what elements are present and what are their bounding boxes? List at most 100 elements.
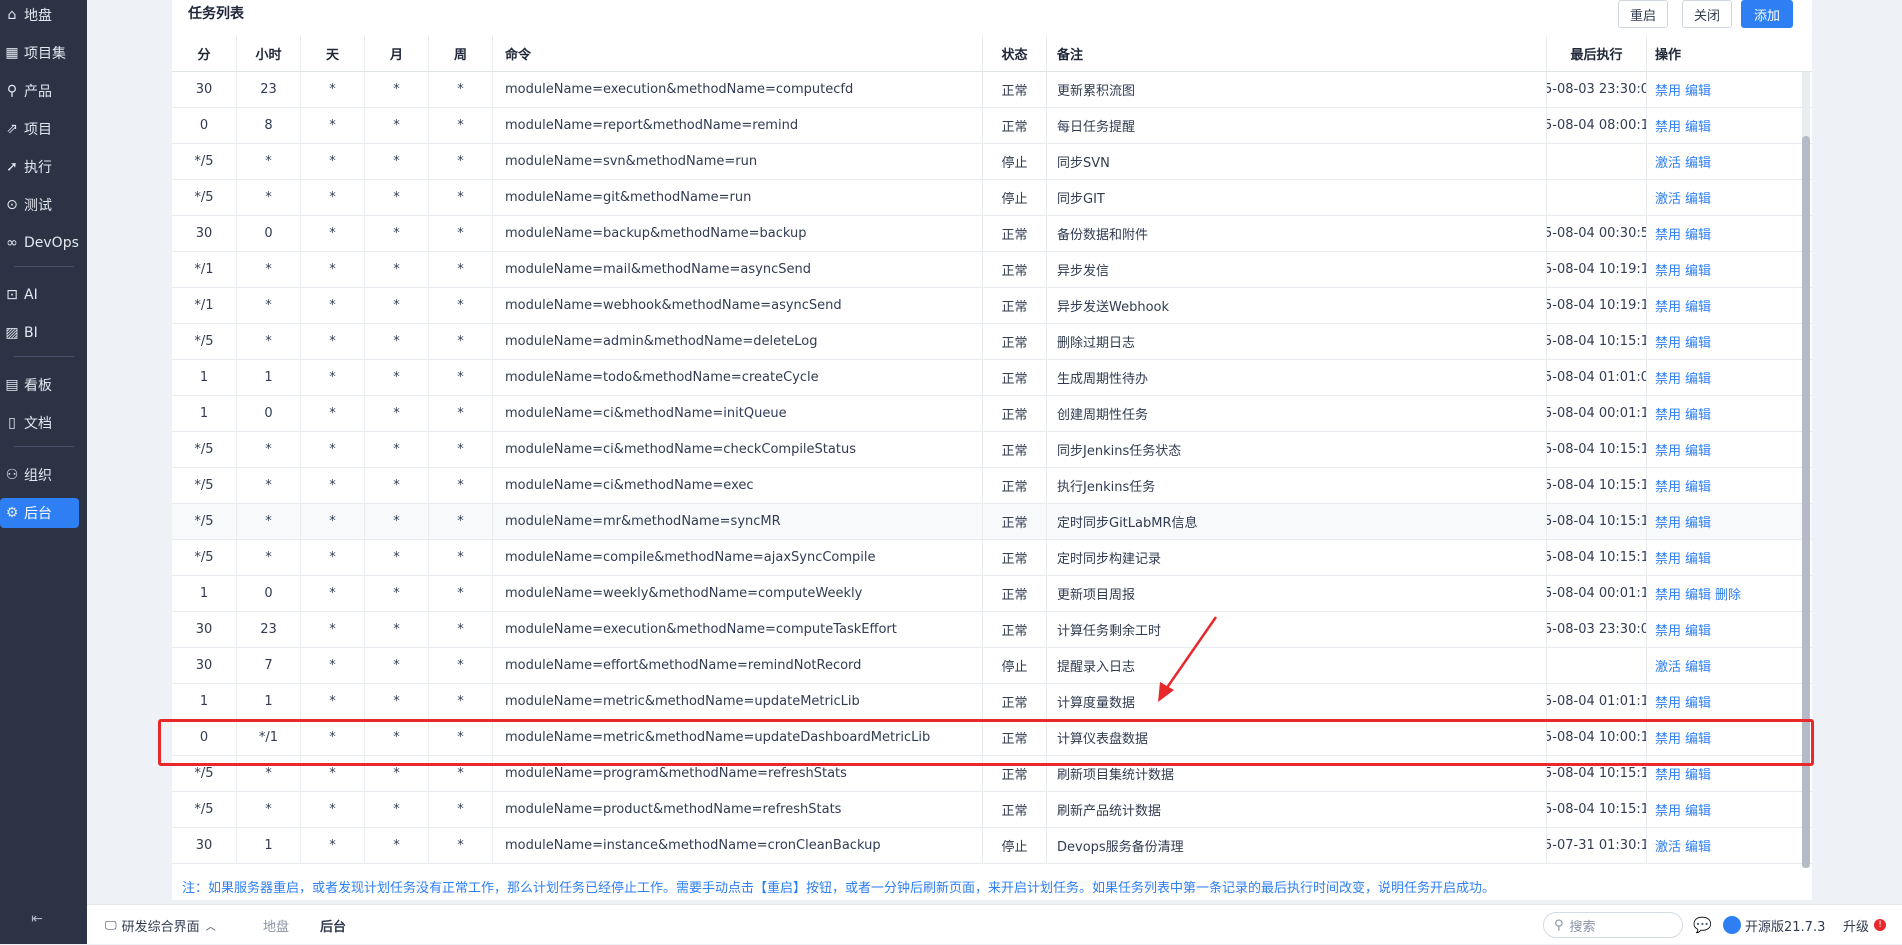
restart-button[interactable]: 重启: [1618, 0, 1668, 28]
search-input[interactable]: ⚲ 搜索: [1543, 912, 1683, 938]
vertical-scrollbar[interactable]: [1802, 72, 1810, 868]
disable-link[interactable]: 禁用: [1655, 404, 1681, 423]
delete-link[interactable]: 删除: [1715, 584, 1741, 603]
scrollbar-thumb[interactable]: [1802, 136, 1810, 868]
cell-hour: 1: [236, 828, 300, 863]
disable-link[interactable]: 禁用: [1655, 548, 1681, 567]
version-label[interactable]: 开源版21.7.3: [1723, 905, 1825, 945]
edit-link[interactable]: 编辑: [1685, 260, 1711, 279]
sidebar-item-5[interactable]: ⊙ 测试: [0, 190, 80, 220]
disable-link[interactable]: 禁用: [1655, 512, 1681, 531]
cell-actions: 禁用 编辑: [1646, 288, 1756, 323]
activate-link[interactable]: 激活: [1655, 656, 1681, 675]
edit-link[interactable]: 编辑: [1685, 152, 1711, 171]
chart-icon: ▨: [5, 325, 19, 341]
edit-link[interactable]: 编辑: [1685, 728, 1711, 747]
cell-day: *: [300, 576, 364, 611]
column-header-status: 状态: [982, 36, 1046, 71]
edit-link[interactable]: 编辑: [1685, 116, 1711, 135]
edit-link[interactable]: 编辑: [1685, 404, 1711, 423]
chevron-up-icon: ︿: [205, 921, 216, 933]
disable-link[interactable]: 禁用: [1655, 728, 1681, 747]
table-row: */5 * * * * moduleName=svn&methodName=run 停止 同步…: [172, 144, 1812, 180]
disable-link[interactable]: 禁用: [1655, 260, 1681, 279]
edit-link[interactable]: 编辑: [1685, 188, 1711, 207]
sidebar-item-2[interactable]: ⚲ 产品: [0, 76, 80, 106]
cell-status: 正常: [982, 576, 1046, 611]
activate-link[interactable]: 激活: [1655, 152, 1681, 171]
sidebar-item-label: 后台: [24, 506, 52, 522]
edit-link[interactable]: 编辑: [1685, 692, 1711, 711]
cell-status: 正常: [982, 360, 1046, 395]
edit-link[interactable]: 编辑: [1685, 224, 1711, 243]
collapse-sidebar-icon[interactable]: ⇤: [28, 910, 46, 928]
cell-remark: 备份数据和附件: [1046, 216, 1546, 251]
sidebar-item-12[interactable]: ⚙ 后台: [0, 498, 79, 528]
activate-link[interactable]: 激活: [1655, 836, 1681, 855]
disable-link[interactable]: 禁用: [1655, 116, 1681, 135]
cell-hour: 8: [236, 108, 300, 143]
cell-last: 25-08-04 10:15:16: [1546, 504, 1646, 539]
table-row: 30 1 * * * moduleName=instance&methodName=cro…: [172, 828, 1812, 864]
breadcrumb-item-home[interactable]: 地盘: [263, 905, 289, 945]
sidebar-item-11[interactable]: ⚇ 组织: [0, 460, 80, 490]
sidebar-item-3[interactable]: ⇗ 项目: [0, 114, 80, 144]
cell-status: 正常: [982, 684, 1046, 719]
edit-link[interactable]: 编辑: [1685, 368, 1711, 387]
cell-remark: 计算度量数据: [1046, 684, 1546, 719]
edit-link[interactable]: 编辑: [1685, 656, 1711, 675]
cell-actions: 禁用 编辑: [1646, 756, 1756, 791]
edit-link[interactable]: 编辑: [1685, 764, 1711, 783]
cell-min: */5: [194, 550, 214, 565]
cell-actions: 禁用 编辑: [1646, 468, 1756, 503]
breadcrumb-item-admin[interactable]: 后台: [320, 905, 346, 945]
edit-link[interactable]: 编辑: [1685, 80, 1711, 99]
disable-link[interactable]: 禁用: [1655, 584, 1681, 603]
disable-link[interactable]: 禁用: [1655, 692, 1681, 711]
upgrade-button[interactable]: 升级 !: [1843, 905, 1887, 945]
workspace-switcher[interactable]: 🖵 研发综合界面 ︿: [105, 905, 216, 945]
disable-link[interactable]: 禁用: [1655, 620, 1681, 639]
disable-link[interactable]: 禁用: [1655, 476, 1681, 495]
edit-link[interactable]: 编辑: [1685, 620, 1711, 639]
disable-link[interactable]: 禁用: [1655, 440, 1681, 459]
cell-min: */5: [194, 514, 214, 529]
cell-week: *: [428, 468, 492, 503]
sidebar-item-4[interactable]: ➚ 执行: [0, 152, 80, 182]
cell-week: *: [428, 504, 492, 539]
sidebar-item-label: BI: [24, 325, 38, 341]
edit-link[interactable]: 编辑: [1685, 332, 1711, 351]
edit-link[interactable]: 编辑: [1685, 584, 1711, 603]
disable-link[interactable]: 禁用: [1655, 80, 1681, 99]
cell-week: *: [428, 108, 492, 143]
disable-link[interactable]: 禁用: [1655, 800, 1681, 819]
edit-link[interactable]: 编辑: [1685, 440, 1711, 459]
sidebar-item-6[interactable]: ∞ DevOps: [0, 228, 80, 258]
sidebar-item-8[interactable]: ▨ BI: [0, 318, 80, 348]
disable-link[interactable]: 禁用: [1655, 224, 1681, 243]
edit-link[interactable]: 编辑: [1685, 836, 1711, 855]
edit-link[interactable]: 编辑: [1685, 548, 1711, 567]
disable-link[interactable]: 禁用: [1655, 296, 1681, 315]
edit-link[interactable]: 编辑: [1685, 296, 1711, 315]
cell-min: 1: [199, 370, 209, 385]
disable-link[interactable]: 禁用: [1655, 368, 1681, 387]
activate-link[interactable]: 激活: [1655, 188, 1681, 207]
edit-link[interactable]: 编辑: [1685, 512, 1711, 531]
sidebar-item-1[interactable]: ▦ 项目集: [0, 38, 80, 68]
close-button[interactable]: 关闭: [1682, 0, 1732, 28]
cell-hour: *: [236, 144, 300, 179]
add-button[interactable]: 添加: [1741, 0, 1793, 28]
cell-month: *: [364, 612, 428, 647]
disable-link[interactable]: 禁用: [1655, 764, 1681, 783]
monitor-icon: 🖵: [105, 917, 117, 932]
sidebar-item-9[interactable]: ▤ 看板: [0, 370, 80, 400]
disable-link[interactable]: 禁用: [1655, 332, 1681, 351]
cell-status: 停止: [982, 180, 1046, 215]
sidebar-item-10[interactable]: ▯ 文档: [0, 408, 80, 438]
sidebar-item-0[interactable]: ⌂ 地盘: [0, 0, 80, 30]
edit-link[interactable]: 编辑: [1685, 800, 1711, 819]
edit-link[interactable]: 编辑: [1685, 476, 1711, 495]
sidebar-item-7[interactable]: ⊡ AI: [0, 280, 80, 310]
chat-icon[interactable]: 💬: [1693, 905, 1712, 945]
